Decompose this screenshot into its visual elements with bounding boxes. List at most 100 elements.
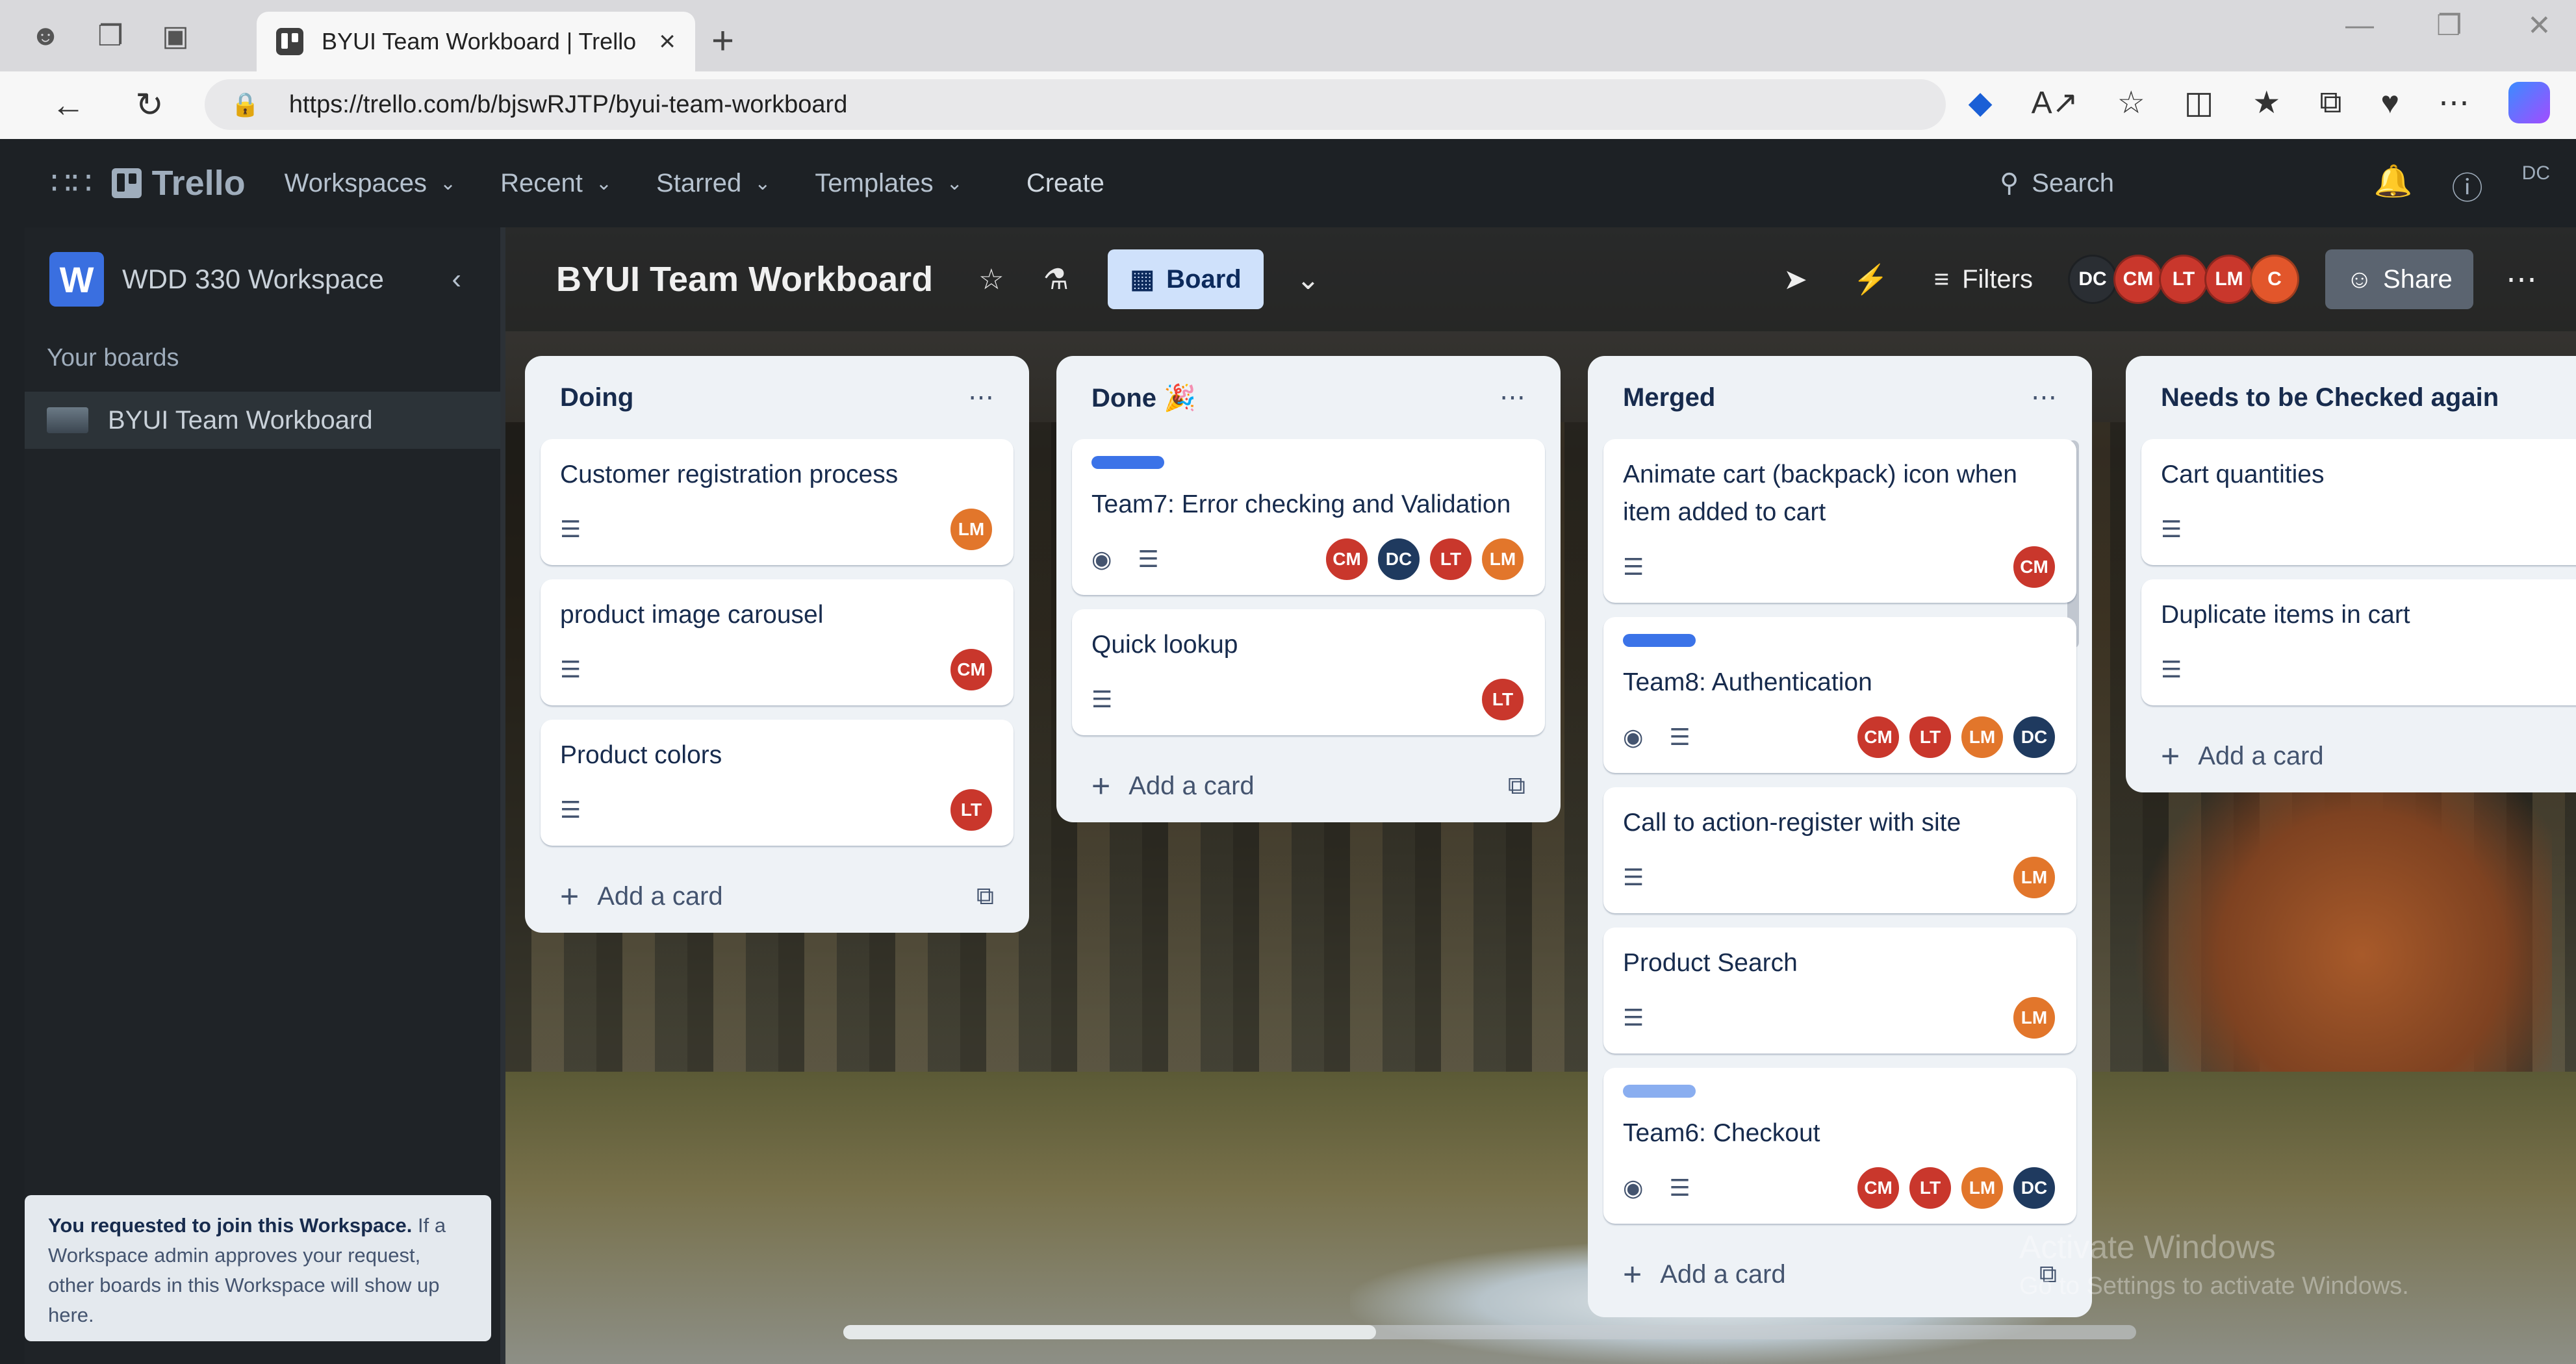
card-label[interactable] [1091, 456, 1164, 469]
nav-starred[interactable]: Starred ⌄ [656, 169, 771, 198]
member-avatar[interactable]: C [2250, 255, 2299, 304]
board-menu-icon[interactable]: ⋯ [2506, 261, 2537, 297]
tab-actions-icon[interactable]: ▣ [156, 16, 195, 55]
member-avatar[interactable]: LM [1959, 714, 2005, 760]
favorites-icon[interactable]: ★ [2252, 84, 2280, 121]
app-switcher-icon[interactable]: ∷∷ [51, 164, 92, 202]
board-view-button[interactable]: ▦ Board [1108, 249, 1264, 309]
member-avatar[interactable]: LM [1480, 537, 1525, 582]
view-switcher-chevron-icon[interactable]: ⌄ [1296, 263, 1320, 296]
member-avatar[interactable]: CM [2011, 544, 2057, 590]
member-avatar[interactable]: CM [2113, 255, 2163, 304]
list-menu-icon[interactable]: ⋯ [1499, 383, 1525, 412]
card-template-icon[interactable]: ⧉ [1508, 772, 1525, 800]
close-window-icon[interactable]: ✕ [2527, 9, 2551, 42]
member-avatar[interactable]: DC [2068, 255, 2117, 304]
card[interactable]: Team6: Checkout ◉ ☰ CM LT LM DC [1603, 1068, 2076, 1224]
collections-toolbar-icon[interactable]: ⧉ [2319, 84, 2341, 121]
card-label[interactable] [1623, 1085, 1696, 1098]
card-template-icon[interactable]: ⧉ [976, 883, 994, 911]
card[interactable]: Animate cart (backpack) icon when item a… [1603, 439, 2076, 603]
browser-menu-icon[interactable]: ⋯ [2438, 84, 2469, 121]
list-title[interactable]: Done 🎉 [1091, 383, 1196, 413]
share-button[interactable]: ☺ Share [2325, 249, 2473, 309]
star-board-icon[interactable]: ☆ [978, 263, 1004, 296]
member-avatar[interactable]: LT [1428, 537, 1473, 582]
member-avatar[interactable]: LT [949, 787, 994, 833]
close-tab-icon[interactable]: × [659, 25, 676, 58]
list-title[interactable]: Needs to be Checked again [2161, 383, 2499, 412]
account-avatar[interactable]: DC [2522, 162, 2550, 208]
board-horizontal-scrollbar[interactable] [843, 1325, 2136, 1339]
card-label[interactable] [1623, 634, 1696, 647]
back-icon[interactable]: ← [39, 86, 97, 125]
nav-recent[interactable]: Recent ⌄ [500, 169, 612, 198]
url-field[interactable]: 🔒 https://trello.com/b/bjswRJTP/byui-tea… [205, 79, 1946, 130]
lock-icon[interactable]: 🔒 [231, 91, 260, 118]
help-icon[interactable]: ⓘ [2452, 162, 2483, 208]
minimize-icon[interactable]: — [2345, 9, 2374, 42]
workspace-name[interactable]: WDD 330 Workspace [122, 264, 452, 295]
member-avatar[interactable]: LT [1907, 714, 1953, 760]
member-avatar[interactable]: CM [1324, 537, 1370, 582]
browser-essentials-icon[interactable]: ♥ [2381, 85, 2400, 121]
card[interactable]: Product colors ☰ LT [541, 720, 1014, 846]
member-avatar[interactable]: LT [2159, 255, 2208, 304]
member-avatar[interactable]: LT [1907, 1165, 1953, 1211]
member-avatar[interactable]: LM [1959, 1165, 2005, 1211]
trello-logo[interactable]: Trello [111, 163, 246, 203]
card[interactable]: Call to action-register with site ☰ LM [1603, 787, 2076, 913]
restore-icon[interactable]: ❐ [2436, 9, 2462, 42]
card[interactable]: product image carousel ☰ CM [541, 579, 1014, 705]
member-avatar[interactable]: DC [2011, 714, 2057, 760]
member-avatar[interactable]: DC [1376, 537, 1422, 582]
shopping-tag-icon[interactable]: ◆ [1969, 84, 1993, 121]
collections-icon[interactable]: ❐ [91, 16, 130, 55]
card[interactable]: Team8: Authentication ◉ ☰ CM LT LM DC [1603, 617, 2076, 773]
nav-templates[interactable]: Templates ⌄ [815, 169, 962, 198]
list-menu-icon[interactable]: ⋯ [968, 383, 994, 412]
sidebar-board-item[interactable]: BYUI Team Workboard [25, 392, 500, 449]
member-avatar[interactable]: LM [2204, 255, 2254, 304]
search-input[interactable]: ⚲ Search [1980, 158, 2344, 208]
member-avatar[interactable]: LM [2011, 995, 2057, 1041]
read-aloud-icon[interactable]: A↗ [2032, 84, 2078, 121]
profile-icon[interactable]: ☻ [26, 16, 65, 55]
list-title[interactable]: Merged [1623, 383, 1715, 412]
list-menu-icon[interactable]: ⋯ [2031, 383, 2057, 412]
card[interactable]: Duplicate items in cart ☰ [2141, 579, 2576, 705]
add-card-button[interactable]: + Add a card [2141, 720, 2576, 792]
member-avatar[interactable]: LT [1480, 677, 1525, 722]
favorite-star-icon[interactable]: ☆ [2117, 84, 2145, 121]
copilot-icon[interactable] [2508, 82, 2550, 123]
split-screen-icon[interactable]: ◫ [2184, 84, 2213, 121]
member-avatar[interactable]: DC [2011, 1165, 2057, 1211]
collapse-sidebar-icon[interactable]: ‹ [452, 263, 461, 296]
member-avatar[interactable]: LM [949, 507, 994, 552]
scrollbar-thumb[interactable] [843, 1325, 1376, 1339]
power-ups-icon[interactable]: ➤ [1783, 263, 1807, 296]
card[interactable]: Team7: Error checking and Validation ◉ ☰… [1072, 439, 1545, 595]
member-avatar[interactable]: CM [1855, 1165, 1901, 1211]
member-avatar[interactable]: LM [2011, 855, 2057, 900]
create-button[interactable]: Create [1027, 169, 1104, 198]
card[interactable]: Customer registration process ☰ LM [541, 439, 1014, 565]
add-card-button[interactable]: + Add a card ⧉ [541, 860, 1014, 933]
list-title[interactable]: Doing [560, 383, 633, 412]
card[interactable]: Product Search ☰ LM [1603, 928, 2076, 1054]
nav-workspaces[interactable]: Workspaces ⌄ [285, 169, 456, 198]
refresh-icon[interactable]: ↻ [120, 86, 179, 125]
filters-button[interactable]: ≡ Filters [1934, 265, 2033, 294]
card[interactable]: Quick lookup ☰ LT [1072, 609, 1545, 735]
visibility-icon[interactable]: ⚗ [1043, 263, 1069, 296]
add-card-button[interactable]: + Add a card ⧉ [1603, 1238, 2076, 1311]
browser-tab[interactable]: BYUI Team Workboard | Trello × [257, 12, 695, 71]
new-tab-icon[interactable]: + [711, 18, 734, 63]
automation-icon[interactable]: ⚡ [1853, 262, 1889, 296]
card[interactable]: Cart quantities ☰ [2141, 439, 2576, 565]
member-avatar[interactable]: CM [949, 647, 994, 692]
notifications-icon[interactable]: 🔔 [2374, 162, 2413, 208]
board-title[interactable]: BYUI Team Workboard [556, 259, 933, 299]
member-avatar[interactable]: CM [1855, 714, 1901, 760]
add-card-button[interactable]: + Add a card ⧉ [1072, 750, 1545, 822]
